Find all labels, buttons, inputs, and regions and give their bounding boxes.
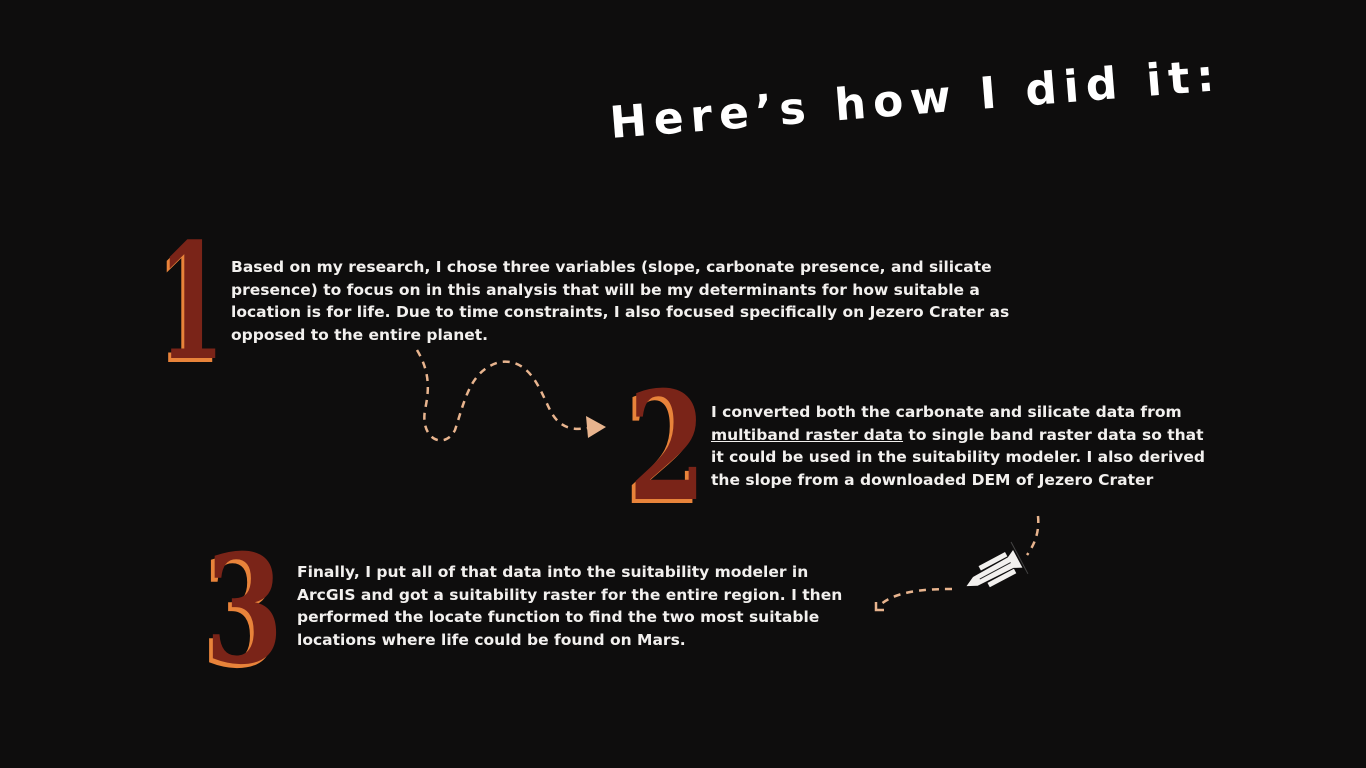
- space-shuttle-icon: [966, 541, 1029, 588]
- dashed-arrow-1-to-2-icon: [415, 349, 606, 442]
- decorations: [415, 349, 1040, 612]
